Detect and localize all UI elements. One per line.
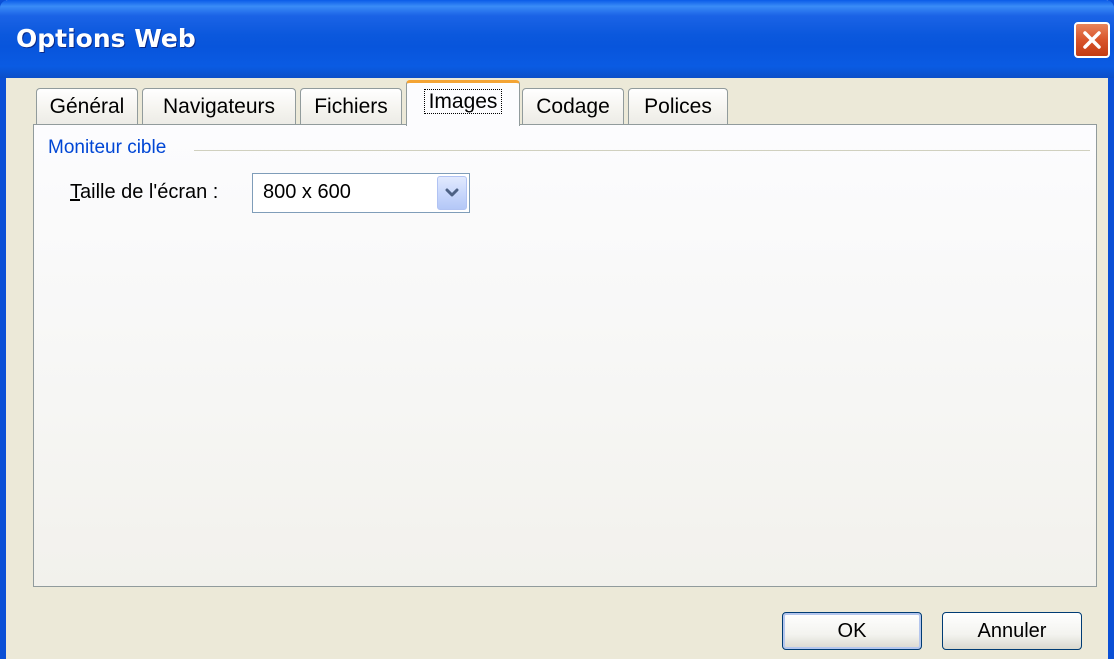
screen-size-select[interactable]: 800 x 600 xyxy=(252,173,470,213)
close-button[interactable] xyxy=(1074,22,1110,58)
tab-navigateurs[interactable]: Navigateurs xyxy=(142,88,296,125)
tab-label: Navigateurs xyxy=(162,95,276,118)
tab-polices[interactable]: Polices xyxy=(628,88,728,125)
images-tab-panel: Moniteur cible Taille de l'écran : 800 x… xyxy=(33,124,1097,587)
screen-size-label-rest: aille de l'écran : xyxy=(80,181,219,203)
screen-size-value: 800 x 600 xyxy=(263,181,351,203)
close-icon xyxy=(1083,31,1101,49)
options-web-dialog: Options Web Général Navigateurs Fichiers… xyxy=(0,0,1114,659)
window-title: Options Web xyxy=(16,24,196,53)
tab-general[interactable]: Général xyxy=(36,88,138,125)
screen-size-label: Taille de l'écran : xyxy=(70,181,218,204)
tab-codage[interactable]: Codage xyxy=(522,88,624,125)
tab-label: Fichiers xyxy=(314,95,388,118)
cancel-button[interactable]: Annuler xyxy=(942,612,1082,650)
dropdown-button[interactable] xyxy=(437,176,467,210)
tab-images[interactable]: Images xyxy=(406,80,520,126)
group-divider xyxy=(194,150,1090,151)
tab-label: Images xyxy=(423,89,503,114)
tab-label: Général xyxy=(49,95,125,118)
chevron-down-icon xyxy=(445,188,459,197)
group-title: Moniteur cible xyxy=(48,137,167,158)
ok-button[interactable]: OK xyxy=(782,612,922,650)
tab-label: Codage xyxy=(536,95,610,118)
tab-label: Polices xyxy=(644,95,712,118)
screen-size-label-accesskey: T xyxy=(70,181,80,203)
tab-fichiers[interactable]: Fichiers xyxy=(300,88,402,125)
title-bar[interactable]: Options Web xyxy=(0,0,1114,78)
